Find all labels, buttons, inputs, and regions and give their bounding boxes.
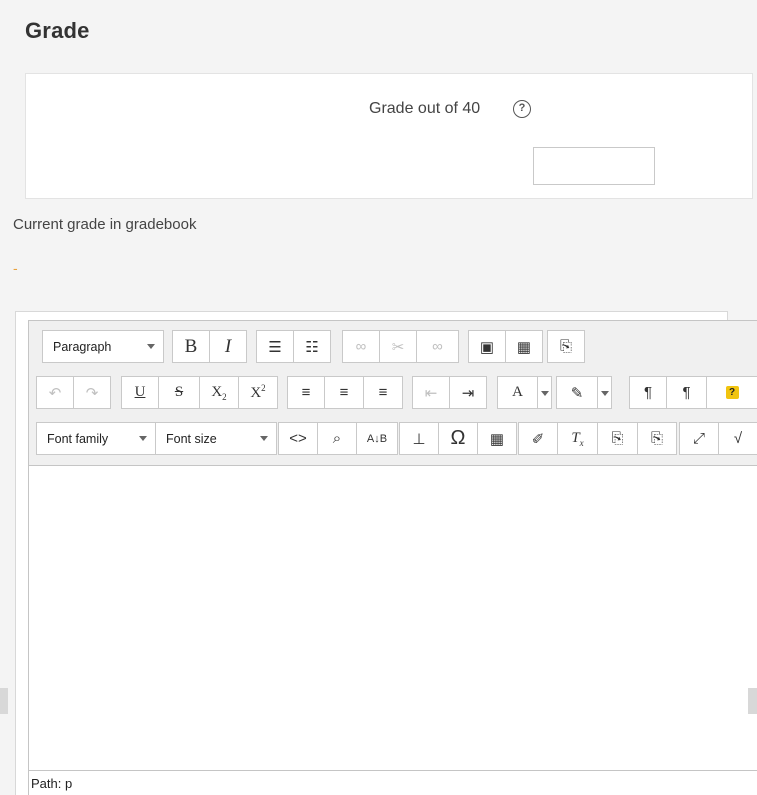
editor-content-area[interactable] <box>29 466 757 770</box>
subscript-button[interactable]: X2 <box>199 376 239 409</box>
table-button[interactable]: ▦ <box>477 422 517 455</box>
underline-button[interactable]: U <box>121 376 159 409</box>
background-color-button[interactable]: ✎ <box>556 376 598 409</box>
paste-button[interactable]: ⎘ <box>547 330 585 363</box>
ltr-icon: ¶ <box>643 384 653 401</box>
spellcheck-button[interactable]: A↓B <box>356 422 398 455</box>
undo-button[interactable]: ↶ <box>36 376 74 409</box>
underline-icon: U <box>134 384 146 400</box>
italic-icon: I <box>224 335 232 357</box>
link-icon: ∞ <box>355 338 367 355</box>
text-color-icon: A <box>512 384 523 400</box>
italic-button[interactable]: I <box>209 330 247 363</box>
code-button[interactable]: <> <box>278 422 318 455</box>
text-color-button[interactable]: A <box>497 376 538 409</box>
superscript-icon: X2 <box>250 383 266 401</box>
chevron-down-icon <box>139 436 147 441</box>
font-size-select[interactable]: Font size <box>155 422 277 455</box>
chevron-down-icon <box>147 344 155 349</box>
special-character-icon: Ω <box>450 427 466 449</box>
strikethrough-button[interactable]: S <box>158 376 200 409</box>
cleanup-button[interactable]: ✐ <box>518 422 558 455</box>
media-icon: ▦ <box>516 338 532 356</box>
unlink-button[interactable]: ✂ <box>379 330 417 363</box>
right-scroll-marker <box>748 688 757 714</box>
indent-icon: ⇥ <box>461 384 475 402</box>
bold-button[interactable]: B <box>172 330 210 363</box>
current-grade-value: - <box>13 260 18 276</box>
fullscreen-icon: ⤢ <box>692 430 705 447</box>
align-right-button[interactable]: ≡ <box>363 376 403 409</box>
outdent-button[interactable]: ⇤ <box>412 376 450 409</box>
clear-formatting-button[interactable]: Tx <box>557 422 598 455</box>
editor-path-status: Path: p <box>29 770 757 795</box>
spellcheck-icon: A↓B <box>366 432 388 445</box>
link-button[interactable]: ∞ <box>342 330 380 363</box>
superscript-button[interactable]: X2 <box>238 376 278 409</box>
current-grade-label: Current grade in gradebook <box>13 216 197 233</box>
fullscreen-button[interactable]: ⤢ <box>679 422 719 455</box>
ltr-button[interactable]: ¶ <box>629 376 667 409</box>
paste-text-icon: ⎘ <box>611 430 624 447</box>
media-button[interactable]: ▦ <box>505 330 543 363</box>
strikethrough-icon: S <box>174 384 184 400</box>
align-center-icon: ≡ <box>339 384 349 401</box>
equation-icon: √ <box>733 430 743 447</box>
text-color-dropdown[interactable] <box>538 376 552 409</box>
section-heading: Grade <box>25 18 90 43</box>
equation-button[interactable]: √ <box>718 422 757 455</box>
subscript-icon: X2 <box>211 383 227 402</box>
align-right-icon: ≡ <box>378 384 388 401</box>
help-icon: ? <box>725 386 739 399</box>
paste-icon: ⎘ <box>559 338 572 355</box>
image-icon: ▣ <box>479 338 495 356</box>
redo-button[interactable]: ↷ <box>73 376 111 409</box>
question-circle-icon[interactable]: ? <box>513 100 531 118</box>
search-replace-button[interactable]: ⌕ <box>317 422 357 455</box>
insert-anchor-button[interactable]: ⊥ <box>399 422 439 455</box>
paste-word-icon: ⎘ <box>650 430 663 447</box>
background-color-dropdown[interactable] <box>598 376 612 409</box>
left-scroll-marker <box>0 688 8 714</box>
align-center-button[interactable]: ≡ <box>324 376 364 409</box>
font-family-select[interactable]: Font family <box>36 422 156 455</box>
redo-icon: ↷ <box>85 384 99 402</box>
numbered-list-button[interactable]: ☷ <box>293 330 331 363</box>
block-format-select[interactable]: Paragraph <box>42 330 164 363</box>
cleanup-icon: ✐ <box>531 430 545 448</box>
background-color-icon: ✎ <box>570 384 584 402</box>
numbered-list-icon: ☷ <box>305 338 319 356</box>
anchor-icon: ∞ <box>432 338 443 355</box>
bullet-list-button[interactable]: ☰ <box>256 330 294 363</box>
block-format-label: Paragraph <box>53 339 112 354</box>
paste-word-button[interactable]: ⎘ <box>637 422 677 455</box>
undo-icon: ↶ <box>48 384 62 402</box>
image-button[interactable]: ▣ <box>468 330 506 363</box>
special-character-button[interactable]: Ω <box>438 422 478 455</box>
search-replace-icon: ⌕ <box>332 430 342 447</box>
rtl-button[interactable]: ¶ <box>666 376 707 409</box>
grade-input[interactable] <box>533 147 655 185</box>
bullet-list-icon: ☰ <box>268 338 282 356</box>
font-family-label: Font family <box>47 431 109 446</box>
insert-anchor-icon: ⊥ <box>412 430 426 448</box>
chevron-down-icon <box>260 436 268 441</box>
indent-button[interactable]: ⇥ <box>449 376 487 409</box>
bold-icon: B <box>184 335 198 357</box>
grade-label: Grade out of 40 <box>369 100 481 117</box>
help-button[interactable]: ? <box>706 376 757 409</box>
anchor-button[interactable]: ∞ <box>416 330 459 363</box>
clear-formatting-icon: Tx <box>571 429 584 448</box>
table-icon: ▦ <box>489 430 505 448</box>
align-left-icon: ≡ <box>301 384 311 401</box>
unlink-icon: ✂ <box>391 338 405 356</box>
font-size-label: Font size <box>166 431 217 446</box>
rtl-icon: ¶ <box>682 384 691 401</box>
paste-text-button[interactable]: ⎘ <box>597 422 638 455</box>
code-icon: <> <box>289 430 307 447</box>
outdent-icon: ⇤ <box>424 384 438 402</box>
align-left-button[interactable]: ≡ <box>287 376 325 409</box>
